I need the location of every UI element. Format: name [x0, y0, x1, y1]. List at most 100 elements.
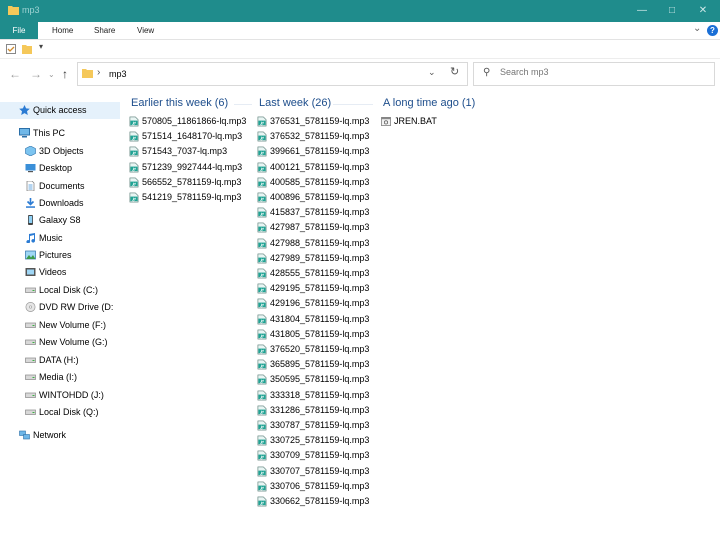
sidebar-item-videos[interactable]: Videos: [0, 264, 120, 281]
drive-icon: [25, 322, 36, 328]
sidebar-item-data-h[interactable]: DATA (H:): [0, 352, 120, 369]
group-header[interactable]: Last week (26): [259, 97, 331, 109]
tab-file[interactable]: File: [0, 22, 38, 39]
search-input[interactable]: [500, 67, 700, 77]
sidebar-item-quick-access[interactable]: Quick access: [0, 102, 120, 119]
maximize-button[interactable]: □: [657, 0, 687, 22]
sidebar-item-label: Desktop: [39, 163, 73, 173]
documents-icon: [26, 181, 35, 191]
sidebar-item-3d-objects[interactable]: 3D Objects: [0, 143, 120, 160]
help-icon[interactable]: ?: [707, 25, 718, 36]
mp3-file-icon: [129, 131, 139, 142]
refresh-icon[interactable]: ↻: [450, 65, 459, 78]
navigation-pane: Quick access This PC 3D Objects Desktop Docu…: [0, 95, 120, 544]
back-arrow-icon[interactable]: ←: [9, 67, 21, 81]
search-box[interactable]: ⚲: [473, 62, 715, 86]
recent-locations-icon[interactable]: ⌄: [48, 70, 55, 79]
mp3-file-icon: [257, 131, 267, 142]
file-name: 330709_5781159-lq.mp3: [270, 450, 370, 461]
mp3-file-icon: [257, 466, 267, 476]
mp3-file-icon: [257, 405, 267, 416]
tab-home[interactable]: Home: [52, 22, 73, 39]
mp3-file-icon: [257, 147, 267, 157]
up-arrow-icon[interactable]: ↑: [62, 67, 68, 81]
file-name: 330707_5781159-lq.mp3: [270, 465, 370, 476]
mp3-file-icon: [257, 344, 267, 355]
forward-arrow-icon[interactable]: →: [30, 67, 42, 81]
folder-icon: [8, 6, 19, 15]
bat-file-icon: [381, 117, 391, 126]
file-name: 399661_5781159-lq.mp3: [270, 146, 370, 157]
expand-ribbon-icon[interactable]: ⌄: [693, 23, 701, 34]
phone-icon: [28, 215, 33, 225]
file-name: 570805_11861866-lq.mp3: [142, 116, 247, 126]
search-icon: ⚲: [483, 67, 491, 78]
sidebar-item-label: Local Disk (Q:): [39, 407, 99, 417]
sidebar-item-documents[interactable]: Documents: [0, 178, 120, 195]
tab-view[interactable]: View: [137, 22, 154, 39]
file-name: 566552_5781159-lq.mp3: [142, 176, 242, 187]
mp3-file-icon: [257, 207, 267, 218]
address-bar[interactable]: › mp3 ⌄ ↻: [77, 62, 468, 86]
drive-icon: [25, 339, 36, 345]
sidebar-item-galaxy-s8[interactable]: Galaxy S8: [0, 212, 120, 229]
file-name: 427989_5781159-lq.mp3: [270, 252, 370, 263]
group-header[interactable]: A long time ago (1): [383, 97, 475, 109]
minimize-button[interactable]: —: [627, 0, 657, 22]
music-icon: [26, 233, 36, 243]
sidebar-item-label: Downloads: [39, 198, 84, 208]
cube-icon: [25, 146, 36, 156]
breadcrumb-separator-icon[interactable]: ›: [97, 67, 100, 78]
sidebar-item-downloads[interactable]: Downloads: [0, 195, 120, 212]
sidebar-item-label: New Volume (G:): [39, 337, 108, 347]
sidebar-item-label: Galaxy S8: [39, 215, 81, 225]
tab-share[interactable]: Share: [94, 22, 115, 39]
mp3-file-icon: [257, 329, 267, 340]
sidebar-item-wintohdd-j[interactable]: WINTOHDD (J:): [0, 387, 120, 404]
mp3-file-icon: [257, 481, 267, 492]
sidebar-item-music[interactable]: Music: [0, 230, 120, 247]
mp3-file-icon: [257, 253, 267, 264]
sidebar-item-dvd-rw-drive-d[interactable]: DVD RW Drive (D:: [0, 299, 120, 316]
sidebar-item-label: Media (I:): [39, 372, 78, 382]
file-name: 431804_5781159-lq.mp3: [270, 313, 370, 324]
sidebar-item-desktop[interactable]: Desktop: [0, 160, 120, 177]
sidebar-item-label: WINTOHDD (J:): [39, 390, 104, 400]
file-name: 333318_5781159-lq.mp3: [270, 389, 370, 400]
close-button[interactable]: ✕: [688, 0, 718, 22]
file-name: 428555_5781159-lq.mp3: [270, 268, 370, 278]
properties-icon[interactable]: [6, 44, 16, 54]
pc-icon: [19, 128, 30, 138]
file-name: 431805_5781159-lq.mp3: [270, 328, 370, 339]
file-name: 400585_5781159-lq.mp3: [270, 176, 370, 187]
mp3-file-icon: [129, 162, 139, 172]
mp3-file-icon: [257, 359, 267, 370]
sidebar-item-this-pc[interactable]: This PC: [0, 125, 120, 142]
sidebar-item-new-volume-g[interactable]: New Volume (G:): [0, 334, 120, 351]
file-name: 571543_7037-lq.mp3: [142, 146, 228, 157]
mp3-file-icon: [257, 162, 267, 172]
sidebar-item-local-disk-q[interactable]: Local Disk (Q:): [0, 404, 120, 421]
sidebar-item-media-i[interactable]: Media (I:): [0, 369, 120, 386]
sidebar-item-network[interactable]: Network: [0, 427, 120, 444]
sidebar-item-pictures[interactable]: Pictures: [0, 247, 120, 264]
sidebar-item-label: DVD RW Drive (D:: [39, 302, 114, 312]
download-icon: [26, 198, 35, 208]
file-name: 429196_5781159-lq.mp3: [270, 298, 370, 309]
file-name: JREN.BAT: [394, 116, 437, 126]
breadcrumb-current[interactable]: mp3: [109, 69, 127, 79]
navigation-bar: ← → ⌄ ↑ › mp3 ⌄ ↻ ⚲: [0, 61, 720, 87]
dvd-icon: [25, 302, 36, 312]
mp3-file-icon: [257, 268, 267, 279]
file-name: 400121_5781159-lq.mp3: [270, 161, 370, 172]
customize-qat-icon[interactable]: ▾: [39, 42, 43, 51]
sidebar-item-new-volume-f[interactable]: New Volume (F:): [0, 317, 120, 334]
address-dropdown-icon[interactable]: ⌄: [428, 67, 436, 78]
mp3-file-icon: [257, 299, 267, 309]
sidebar-item-local-disk-c[interactable]: Local Disk (C:): [0, 282, 120, 299]
group-divider: [234, 104, 252, 105]
mp3-file-icon: [257, 116, 267, 127]
group-header[interactable]: Earlier this week (6): [131, 97, 228, 109]
new-folder-icon[interactable]: [22, 44, 32, 54]
network-icon: [19, 430, 30, 440]
